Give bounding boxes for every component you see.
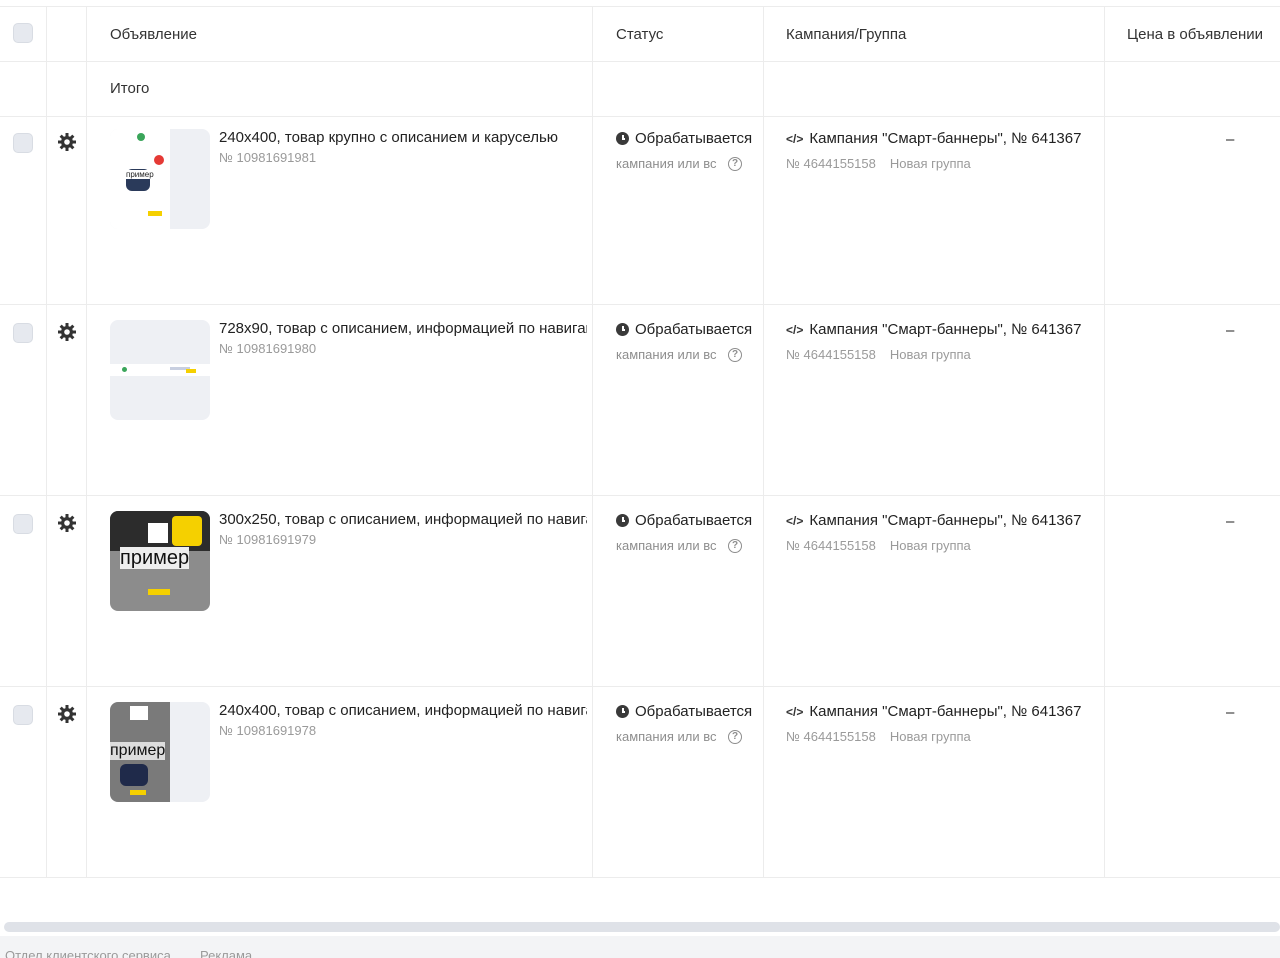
ad-title-link[interactable]: 240x400, товар крупно с описанием и кару… (219, 129, 587, 146)
group-id: № 4644155158 (786, 538, 876, 553)
gear-icon[interactable] (57, 132, 77, 152)
ad-number: № 10981691979 (219, 532, 317, 547)
footer-link-service[interactable]: Отдел клиентского сервиса (5, 948, 171, 958)
status-badge: Обрабатывается (616, 130, 759, 147)
clock-icon (616, 323, 629, 336)
gear-icon[interactable] (57, 322, 77, 342)
group-info: № 4644155158 Новая группа (786, 729, 971, 744)
status-text: Обрабатывается (635, 130, 753, 147)
gear-icon[interactable] (57, 513, 77, 533)
thumbnail-caption: пример (126, 170, 154, 179)
column-header-status[interactable]: Статус (616, 26, 663, 43)
row-checkbox[interactable] (13, 323, 33, 343)
row-checkbox[interactable] (13, 514, 33, 534)
clock-icon (616, 514, 629, 527)
clock-icon (616, 132, 629, 145)
status-description: кампания или вс? (616, 729, 746, 744)
campaign-link[interactable]: </> Кампания "Смарт-баннеры", № 641367 (786, 512, 1098, 529)
code-icon: </> (786, 131, 804, 146)
table-row: 728x90, товар с описанием, информацией п… (0, 305, 1280, 496)
column-header-ad[interactable]: Объявление (110, 26, 197, 43)
thumbnail-caption: пример (120, 547, 190, 569)
group-name-link[interactable]: Новая группа (890, 729, 971, 744)
campaign-name: Кампания "Смарт-баннеры", № 641367 (809, 512, 1082, 529)
ad-price: – (1226, 513, 1235, 530)
help-icon[interactable]: ? (728, 347, 742, 362)
group-id: № 4644155158 (786, 156, 876, 171)
campaign-link[interactable]: </> Кампания "Смарт-баннеры", № 641367 (786, 130, 1098, 147)
select-all-checkbox[interactable] (13, 23, 33, 43)
group-name-link[interactable]: Новая группа (890, 347, 971, 362)
status-sub-text: кампания или вс (616, 156, 717, 171)
campaign-name: Кампания "Смарт-баннеры", № 641367 (809, 321, 1082, 338)
ad-price: – (1226, 131, 1235, 148)
status-description: кампания или вс? (616, 156, 746, 171)
status-badge: Обрабатывается (616, 703, 759, 720)
ad-thumbnail[interactable] (110, 320, 210, 420)
total-row: Итого (0, 62, 1280, 117)
table-header: Объявление Статус Кампания/Группа Цена в… (0, 6, 1280, 62)
code-icon: </> (786, 322, 804, 337)
clock-icon (616, 705, 629, 718)
thumbnail-caption: пример (110, 742, 166, 760)
help-icon[interactable]: ? (728, 538, 742, 553)
ad-title-link[interactable]: 240x400, товар с описанием, информацией … (219, 702, 587, 719)
ad-price: – (1226, 704, 1235, 721)
status-badge: Обрабатывается (616, 512, 759, 529)
ad-number: № 10981691981 (219, 150, 317, 165)
status-badge: Обрабатывается (616, 321, 759, 338)
footer (0, 936, 1280, 958)
column-header-campaign[interactable]: Кампания/Группа (786, 26, 906, 43)
help-icon[interactable]: ? (728, 156, 742, 171)
column-header-price[interactable]: Цена в объявлении (1127, 26, 1263, 43)
campaign-name: Кампания "Смарт-баннеры", № 641367 (809, 130, 1082, 147)
table-row: пример 240x400, товар крупно с описанием… (0, 117, 1280, 305)
footer-link-ads[interactable]: Реклама (200, 948, 252, 958)
status-text: Обрабатывается (635, 703, 753, 720)
group-info: № 4644155158 Новая группа (786, 156, 971, 171)
status-description: кампания или вс? (616, 347, 746, 362)
status-text: Обрабатывается (635, 321, 753, 338)
status-sub-text: кампания или вс (616, 538, 717, 553)
total-label: Итого (110, 80, 150, 97)
ad-thumbnail[interactable]: пример (110, 702, 210, 802)
status-text: Обрабатывается (635, 512, 753, 529)
ad-number: № 10981691980 (219, 341, 317, 356)
campaign-link[interactable]: </> Кампания "Смарт-баннеры", № 641367 (786, 703, 1098, 720)
ad-title-link[interactable]: 728x90, товар с описанием, информацией п… (219, 320, 587, 337)
status-sub-text: кампания или вс (616, 729, 717, 744)
campaign-link[interactable]: </> Кампания "Смарт-баннеры", № 641367 (786, 321, 1098, 338)
campaign-name: Кампания "Смарт-баннеры", № 641367 (809, 703, 1082, 720)
group-name-link[interactable]: Новая группа (890, 156, 971, 171)
ad-title-link[interactable]: 300x250, товар с описанием, информацией … (219, 511, 587, 528)
row-checkbox[interactable] (13, 705, 33, 725)
code-icon: </> (786, 513, 804, 528)
ad-number: № 10981691978 (219, 723, 317, 738)
gear-icon[interactable] (57, 704, 77, 724)
group-id: № 4644155158 (786, 729, 876, 744)
table-row: пример 240x400, товар с описанием, инфор… (0, 687, 1280, 878)
row-checkbox[interactable] (13, 133, 33, 153)
group-info: № 4644155158 Новая группа (786, 347, 971, 362)
horizontal-scrollbar[interactable] (4, 922, 1280, 932)
group-info: № 4644155158 Новая группа (786, 538, 971, 553)
ad-thumbnail[interactable]: пример (110, 129, 210, 229)
ad-price: – (1226, 322, 1235, 339)
code-icon: </> (786, 704, 804, 719)
group-id: № 4644155158 (786, 347, 876, 362)
help-icon[interactable]: ? (728, 729, 742, 744)
status-sub-text: кампания или вс (616, 347, 717, 362)
group-name-link[interactable]: Новая группа (890, 538, 971, 553)
ad-thumbnail[interactable]: пример (110, 511, 210, 611)
table-row: пример 300x250, товар с описанием, инфор… (0, 496, 1280, 687)
status-description: кампания или вс? (616, 538, 746, 553)
